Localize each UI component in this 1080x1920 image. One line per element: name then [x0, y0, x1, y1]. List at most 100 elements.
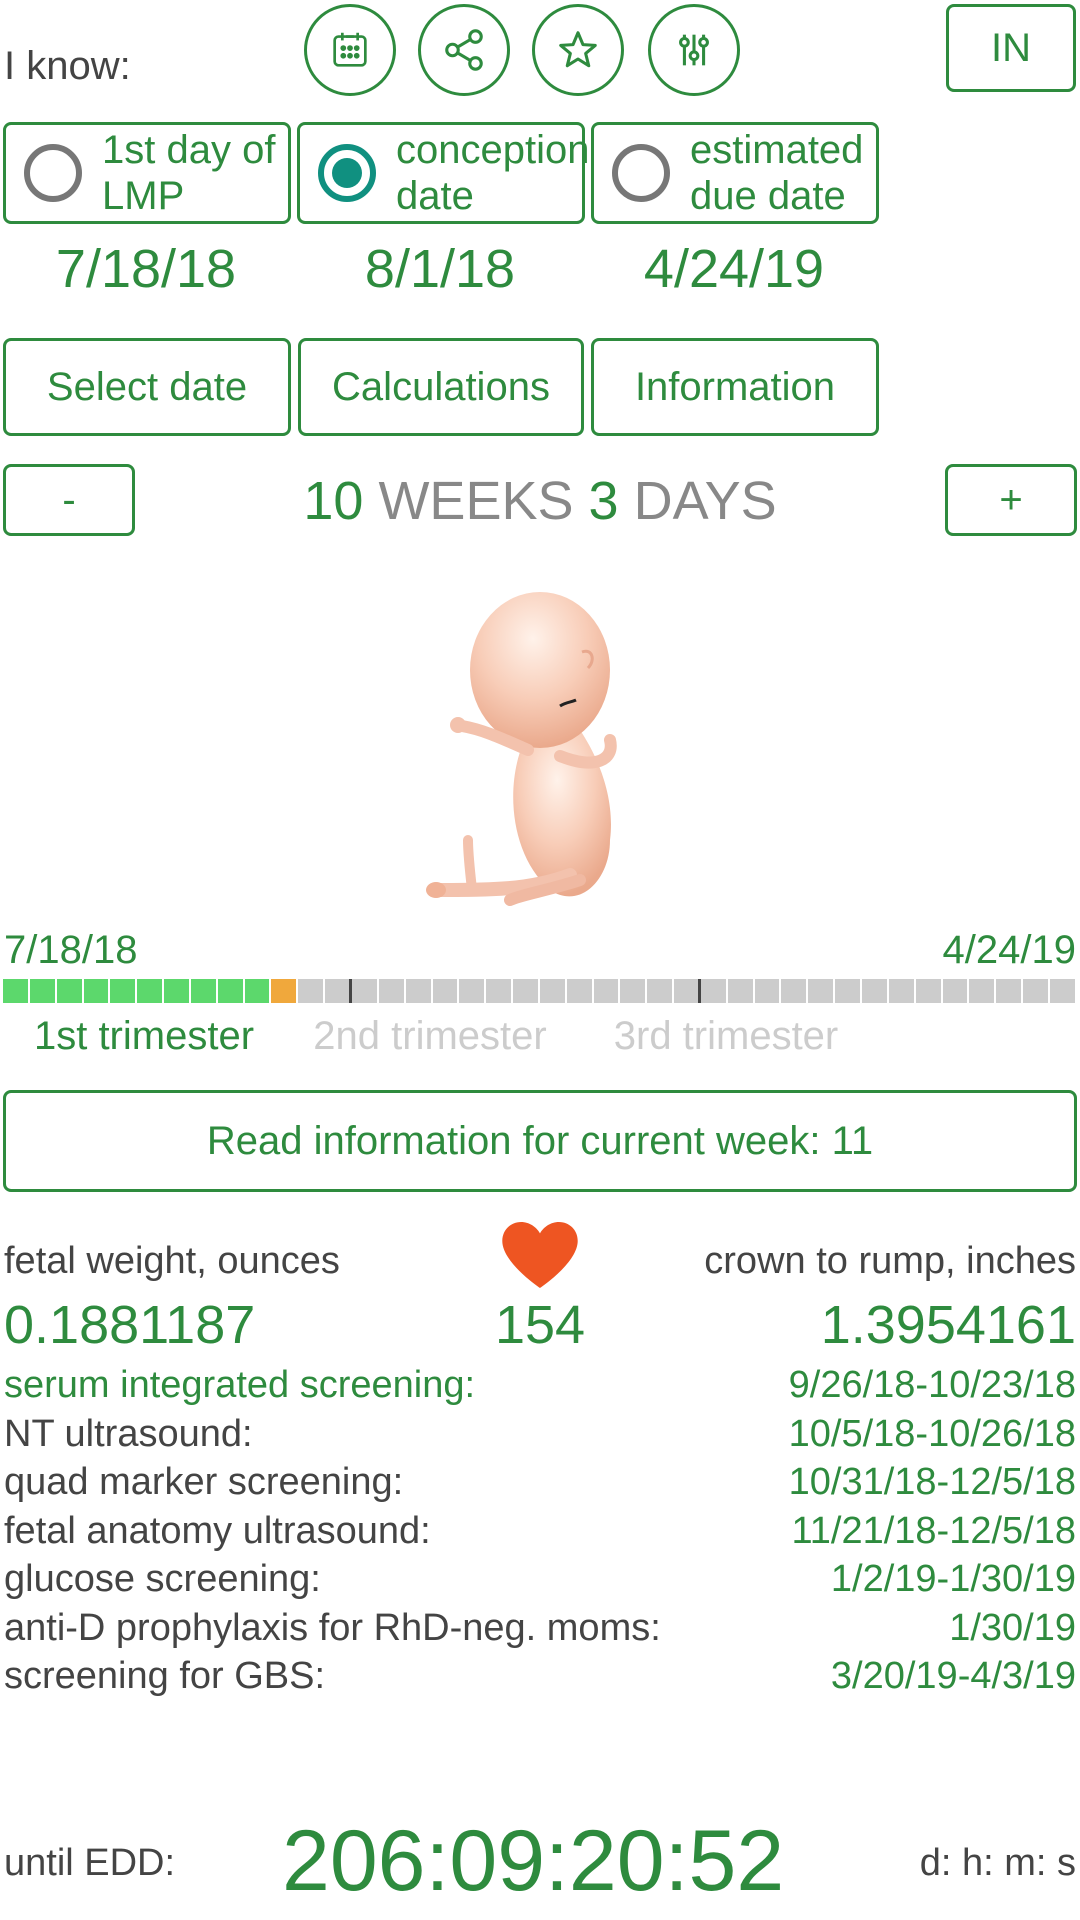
progress-week-segment: [217, 979, 243, 1003]
progress-week-segment: [835, 979, 860, 1003]
progress-week-segment: [3, 979, 28, 1003]
screening-row[interactable]: quad marker screening: 10/31/18-12/5/18: [4, 1461, 1076, 1511]
screening-date-range: 1/2/19-1/30/19: [830, 1558, 1076, 1600]
heart-icon: [502, 1222, 578, 1288]
progress-week-segment: [29, 979, 55, 1003]
calculations-button[interactable]: Calculations: [298, 338, 584, 436]
screening-name: fetal anatomy ultrasound:: [4, 1509, 431, 1552]
due-date: 4/24/19: [643, 239, 825, 299]
i-know-label: I know:: [4, 44, 131, 88]
star-icon: [559, 31, 597, 68]
progress-week-segment: [83, 979, 109, 1003]
screening-name: quad marker screening:: [4, 1461, 404, 1503]
progress-week-segment: [620, 979, 646, 1003]
countdown-label: until EDD:: [4, 1842, 176, 1884]
progress-week-segment: [459, 979, 485, 1003]
crown-rump-value: 1.3954161: [820, 1295, 1076, 1355]
screening-name: serum integrated screening:: [4, 1364, 476, 1406]
progress-week-segment: [593, 979, 619, 1003]
screening-date-range: 3/20/19-4/3/19: [830, 1655, 1076, 1697]
progress-week-segment: [862, 979, 887, 1003]
days-label: DAYS: [633, 471, 777, 531]
option-conception-label: conception date: [396, 128, 590, 218]
progress-week-segment: [405, 979, 431, 1003]
progress-week-segment: [781, 979, 807, 1003]
screening-date-range: 1/30/19: [949, 1606, 1076, 1649]
days-value: 3: [588, 471, 619, 531]
option-due-date[interactable]: estimated due date: [591, 122, 879, 224]
trimester-3-label[interactable]: 3rd trimester: [546, 1014, 906, 1059]
crown-rump-label: crown to rump, inches: [704, 1240, 1076, 1282]
screening-date-range: 10/5/18-10/26/18: [788, 1412, 1076, 1455]
screening-name: screening for GBS:: [4, 1655, 326, 1697]
units-toggle-button[interactable]: IN: [946, 4, 1076, 92]
increment-day-button[interactable]: +: [945, 464, 1077, 536]
progress-week-segment: [244, 979, 270, 1003]
fetal-weight-label: fetal weight, ounces: [4, 1240, 340, 1282]
countdown-units: d: h: m: s: [919, 1842, 1076, 1884]
screening-date-range: 9/26/18-10/23/18: [788, 1364, 1076, 1406]
share-button[interactable]: [418, 4, 510, 96]
progress-week-segment: [137, 979, 163, 1003]
select-date-button[interactable]: Select date: [3, 338, 291, 436]
calendar-button[interactable]: [304, 4, 396, 96]
read-week-info-button[interactable]: Read information for current week: 11: [3, 1090, 1077, 1192]
timeline-start-date: 7/18/18: [4, 928, 138, 972]
progress-week-segment: [432, 979, 458, 1003]
progress-week-segment: [888, 979, 914, 1003]
screening-name: anti-D prophylaxis for RhD-neg. moms:: [4, 1606, 661, 1649]
screening-row[interactable]: screening for GBS: 3/20/19-4/3/19: [4, 1655, 1076, 1705]
progress-week-segment: [566, 979, 592, 1003]
progress-week-segment: [674, 979, 701, 1003]
progress-week-segment: [996, 979, 1022, 1003]
radio-lmp[interactable]: [24, 144, 82, 202]
progress-week-segment: [56, 979, 82, 1003]
progress-week-segment: [164, 979, 189, 1003]
weeks-value: 10: [303, 471, 364, 531]
screening-date-range: 10/31/18-12/5/18: [788, 1461, 1076, 1503]
progress-week-segment: [915, 979, 941, 1003]
option-lmp-label: 1st day of LMP: [102, 128, 276, 218]
progress-week-segment: [298, 979, 324, 1003]
radio-due-date[interactable]: [612, 144, 670, 202]
screening-row[interactable]: fetal anatomy ultrasound: 11/21/18-12/5/1…: [4, 1510, 1076, 1560]
screening-row[interactable]: serum integrated screening: 9/26/18-10/23…: [4, 1364, 1076, 1414]
weeks-label: WEEKS: [378, 471, 574, 531]
progress-week-segment: [808, 979, 834, 1003]
progress-week-segment: [969, 979, 995, 1003]
progress-week-segment: [378, 979, 404, 1003]
progress-week-segment: [351, 979, 377, 1003]
progress-week-segment: [513, 979, 538, 1003]
progress-week-segment: [1023, 979, 1048, 1003]
progress-week-segment: [942, 979, 968, 1003]
option-conception[interactable]: conception date: [297, 122, 589, 224]
progress-week-segment: [647, 979, 673, 1003]
progress-week-segment: [271, 979, 297, 1003]
progress-week-segment: [486, 979, 512, 1003]
option-lmp[interactable]: 1st day of LMP: [3, 122, 291, 224]
sliders-icon: [679, 34, 709, 66]
favorites-button[interactable]: [532, 4, 624, 96]
calendar-icon: [333, 32, 367, 67]
screening-name: NT ultrasound:: [4, 1412, 253, 1455]
share-icon: [445, 29, 483, 71]
information-button[interactable]: Information: [591, 338, 879, 436]
radio-conception[interactable]: [318, 144, 376, 202]
option-due-date-label: estimated due date: [690, 128, 864, 218]
screening-name: glucose screening:: [4, 1558, 321, 1600]
embryo-illustration: [426, 592, 617, 906]
progress-week-segment: [539, 979, 565, 1003]
screening-row[interactable]: anti-D prophylaxis for RhD-neg. moms: 1/3…: [4, 1607, 1076, 1657]
screening-row[interactable]: glucose screening: 1/2/19-1/30/19: [4, 1558, 1076, 1608]
progress-week-segment: [110, 979, 136, 1003]
progress-week-segment: [190, 979, 216, 1003]
progress-week-segment: [754, 979, 780, 1003]
gestational-age: 10 WEEKS 3 DAYS: [0, 470, 1080, 532]
progress-week-segment: [325, 979, 352, 1003]
screening-date-range: 11/21/18-12/5/18: [791, 1509, 1076, 1552]
settings-button[interactable]: [648, 4, 740, 96]
progress-week-segment: [727, 979, 753, 1003]
progress-week-segment: [700, 979, 726, 1003]
screening-row[interactable]: NT ultrasound: 10/5/18-10/26/18: [4, 1413, 1076, 1463]
countdown-value: 206:09:20:52: [282, 1813, 785, 1909]
